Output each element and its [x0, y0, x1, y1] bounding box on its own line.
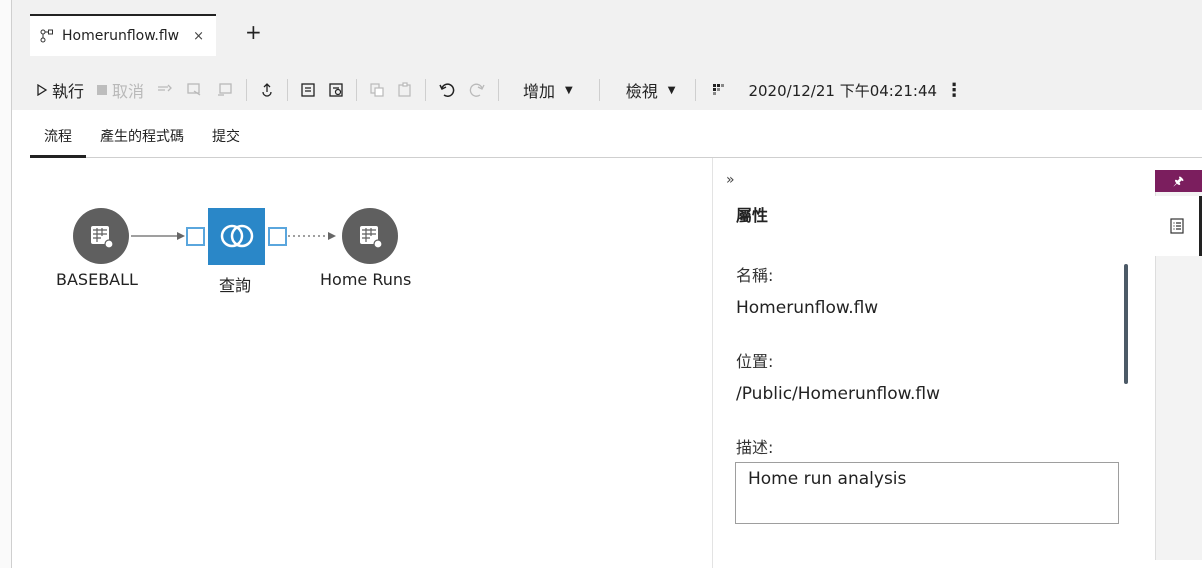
tab-generated-code[interactable]: 產生的程式碼	[86, 120, 198, 158]
step-into-button[interactable]	[180, 75, 210, 105]
arrowhead-icon	[328, 232, 336, 240]
flow-canvas[interactable]: BASEBALL 查詢 Home Runs	[30, 158, 713, 568]
run-label: 執行	[52, 82, 85, 101]
undo-icon	[439, 83, 455, 97]
paste-button[interactable]	[391, 75, 419, 105]
location-value: /Public/Homerunflow.flw	[736, 384, 940, 404]
properties-list-icon	[1170, 218, 1184, 234]
toolbar-separator	[246, 79, 248, 101]
window-step-icon	[187, 83, 201, 96]
chevron-down-icon: ▼	[667, 84, 676, 96]
flow-file-icon	[40, 29, 54, 43]
toolbar-separator	[598, 79, 600, 101]
add-dropdown[interactable]: 增加 ▼	[513, 75, 583, 105]
more-options-icon[interactable]: ⋮	[945, 80, 963, 101]
save-as-icon	[329, 83, 343, 97]
description-label: 描述:	[736, 438, 774, 457]
toolbar-separator	[356, 79, 358, 101]
copy-icon	[370, 83, 384, 97]
view-dropdown[interactable]: 檢視 ▼	[616, 75, 686, 105]
save-as-button[interactable]	[322, 75, 350, 105]
timestamp: 2020/12/21 下午04:21:44	[748, 81, 938, 100]
step-out-button[interactable]	[210, 75, 240, 105]
properties-rail-tab[interactable]	[1155, 196, 1202, 256]
input-port[interactable]	[186, 227, 205, 246]
chevron-down-icon: ▼	[565, 84, 573, 96]
step-button[interactable]	[150, 75, 180, 105]
properties-scrollbar[interactable]	[1124, 264, 1128, 384]
cancel-button[interactable]: 取消	[90, 75, 150, 105]
name-value[interactable]: Homerunflow.flw	[736, 298, 878, 318]
arrowhead-icon	[177, 232, 185, 240]
tab-homerunflow[interactable]: Homerunflow.flw ×	[30, 14, 217, 56]
cancel-label: 取消	[112, 82, 145, 101]
save-button[interactable]	[294, 75, 322, 105]
run-button[interactable]: 執行	[30, 75, 90, 105]
node-label-query: 查詢	[219, 276, 252, 295]
tab-flow[interactable]: 流程	[30, 120, 86, 158]
undo-button[interactable]	[432, 75, 462, 105]
toolbar-separator	[498, 79, 500, 101]
query-node[interactable]	[208, 208, 265, 265]
location-label: 位置:	[736, 352, 774, 371]
name-label: 名稱:	[736, 266, 774, 285]
view-label: 檢視	[625, 82, 658, 101]
sub-tabs: 流程 產生的程式碼 提交	[30, 120, 1202, 158]
toolbar-separator	[287, 79, 289, 101]
upload-icon	[262, 83, 272, 97]
overview-icon	[713, 84, 725, 95]
pin-icon[interactable]: 🖈	[1155, 170, 1202, 192]
toolbar-separator	[425, 79, 427, 101]
redo-icon	[469, 83, 485, 97]
tab-submit[interactable]: 提交	[198, 120, 254, 158]
description-field[interactable]: Home run analysis	[735, 462, 1119, 524]
left-edge	[0, 0, 12, 568]
step-icon	[158, 84, 172, 92]
toolbar: 執行 取消 增加 ▼ 檢視 ▼ 2020/12/21 下午04:21:44 ⋮	[30, 70, 1202, 110]
add-tab-button[interactable]: +	[245, 22, 262, 42]
properties-panel: » 屬性 名稱: Homerunflow.flw 位置: /Public/Hom…	[714, 158, 1154, 568]
node-label-baseball: BASEBALL	[56, 270, 138, 289]
tab-title: Homerunflow.flw	[62, 28, 180, 44]
output-port[interactable]	[268, 227, 287, 246]
baseball-node[interactable]	[73, 208, 129, 264]
overview-button[interactable]	[706, 75, 732, 105]
home-runs-node[interactable]	[342, 208, 398, 264]
paste-icon	[398, 82, 411, 97]
copy-button[interactable]	[363, 75, 391, 105]
redo-button[interactable]	[462, 75, 492, 105]
node-label-home-runs: Home Runs	[320, 270, 412, 289]
flow-diagram	[73, 208, 398, 265]
add-label: 增加	[523, 82, 556, 101]
tab-close-button[interactable]: ×	[193, 29, 204, 44]
collapse-panel-icon[interactable]: »	[726, 172, 735, 188]
window-out-icon	[218, 83, 232, 96]
run-icon	[37, 84, 48, 96]
upload-button[interactable]	[253, 75, 281, 105]
save-icon	[301, 83, 315, 97]
stop-icon	[97, 85, 108, 95]
properties-title: 屬性	[736, 206, 769, 225]
toolbar-separator	[695, 79, 697, 101]
